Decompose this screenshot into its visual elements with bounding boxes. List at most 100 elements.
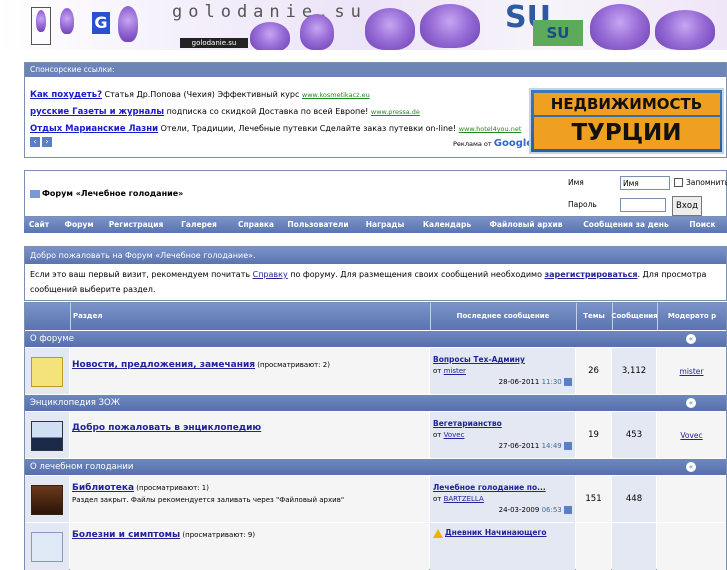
nav-item-site[interactable]: Сайт <box>24 217 54 233</box>
banner-flower-image <box>300 14 334 50</box>
forum-cell: Новости, предложения, замечания (просмат… <box>70 348 429 395</box>
remember-checkbox[interactable] <box>674 178 683 187</box>
forum-link[interactable]: Новости, предложения, замечания <box>72 360 255 370</box>
forum-link[interactable]: Добро пожаловать в энциклопедию <box>72 423 261 433</box>
banner-flower-image <box>250 22 290 50</box>
last-post-cell: Лечебное голодание по... от BARTZELLA 24… <box>430 476 575 523</box>
forum-link[interactable]: Болезни и симптомы <box>72 530 180 540</box>
last-post-link[interactable]: Дневник Начинающего <box>445 528 547 537</box>
help-link[interactable]: Справку <box>253 270 288 279</box>
nav-item-file-archive[interactable]: Файловый архив <box>478 217 574 233</box>
banner-small-logo: golodanie.su <box>180 38 248 48</box>
nav-item-register[interactable]: Регистрация <box>104 217 168 233</box>
banner-flower-image <box>590 4 650 50</box>
go-to-post-icon[interactable] <box>564 378 572 386</box>
moderator-cell <box>657 523 726 570</box>
ad-next-arrow-icon[interactable]: › <box>42 137 52 147</box>
welcome-text-part: по форуму. Для размещения своих сообщени… <box>287 270 545 279</box>
nav-item-awards[interactable]: Награды <box>354 217 416 233</box>
last-post-user-link[interactable]: BARTZELLA <box>444 495 484 503</box>
site-banner[interactable]: G golodanie.su golodanie.su SU SU <box>0 0 727 50</box>
password-input[interactable] <box>620 198 666 212</box>
ad-title-link[interactable]: русские Газеты и журналы <box>30 107 164 117</box>
threads-count: 151 <box>576 476 611 523</box>
ad-url-link[interactable]: www.kosmetikacz.eu <box>302 91 370 99</box>
last-post-link[interactable]: Лечебное голодание по... <box>433 483 546 492</box>
forum-cell: Библиотека (просматривают: 1) Раздел зак… <box>70 476 429 523</box>
last-post-cell: Дневник Начинающего <box>430 523 575 570</box>
category-header[interactable]: О форуме « <box>25 330 726 347</box>
threads-count: 26 <box>576 348 611 395</box>
ads-by-google[interactable]: Реклама от Google <box>453 138 533 149</box>
nav-item-help[interactable]: Справка <box>230 217 282 233</box>
last-post-link[interactable]: Вегетарианство <box>433 419 502 428</box>
go-to-post-icon[interactable] <box>564 506 572 514</box>
nav-item-forum[interactable]: Форум <box>54 217 104 233</box>
forum-list-table: Раздел Последнее сообщение Темы Сообщени… <box>24 302 727 570</box>
ad-text: Отели, Традиции, Лечебные путевки Сделай… <box>158 124 459 133</box>
ad-item[interactable]: Как похудеть? Статья Др.Попова (Чехия) Э… <box>30 89 520 106</box>
category-title: О форуме <box>30 334 74 344</box>
last-post-cell: Вегетарианство от Vovec 27-06-2011 14:49 <box>430 412 575 459</box>
banner-title: golodanie.su <box>172 2 367 22</box>
go-to-post-icon[interactable] <box>564 442 572 450</box>
moderator-link[interactable]: Vovec <box>680 431 702 440</box>
last-post-link[interactable]: Вопросы Тех-Админу <box>433 355 525 364</box>
nav-item-todays-posts[interactable]: Сообщения за день <box>574 217 678 233</box>
category-header[interactable]: О лечебном голодании « <box>25 458 726 475</box>
moderator-link[interactable]: mister <box>680 367 704 376</box>
table-row: Болезни и симптомы (просматривают: 9) Дн… <box>25 522 726 570</box>
forum-viewing: (просматривают: 2) <box>255 361 330 369</box>
last-post-date: 27-06-2011 <box>498 442 540 450</box>
forum-icon-cell <box>25 476 69 523</box>
welcome-block: Добро пожаловать на Форум «Лечебное голо… <box>24 246 727 301</box>
last-post-user-link[interactable]: mister <box>444 367 466 375</box>
moderator-cell <box>657 476 726 523</box>
forum-icon-cell <box>25 348 69 395</box>
banner-flower-image <box>60 8 74 34</box>
forum-viewing: (просматривают: 1) <box>134 484 209 492</box>
banner-flower-image <box>118 6 138 42</box>
last-post-time: 14:49 <box>541 442 562 450</box>
ad-url-link[interactable]: www.pressa.de <box>371 108 420 116</box>
nav-item-users[interactable]: Пользователи <box>282 217 354 233</box>
last-post-user-link[interactable]: Vovec <box>444 431 465 439</box>
last-post-cell: Вопросы Тех-Админу от mister 28-06-2011 … <box>430 348 575 395</box>
banner-flower-image <box>36 10 46 32</box>
forum-icon-cell <box>25 523 69 570</box>
nav-item-search[interactable]: Поиск <box>678 217 727 233</box>
login-button[interactable]: Вход <box>672 196 702 216</box>
nav-item-calendar[interactable]: Календарь <box>416 217 478 233</box>
welcome-text-part: Если это ваш первый визит, рекомендуем п… <box>30 270 253 279</box>
ad-item[interactable]: Отдых Марианские Лазни Отели, Традиции, … <box>30 123 522 140</box>
banner-flower-image <box>655 10 715 50</box>
ad-url-link[interactable]: www.hotel4you.net <box>459 125 522 133</box>
ad-prev-arrow-icon[interactable]: ‹ <box>30 137 40 147</box>
ad-banner-line2: ТУРЦИИ <box>533 117 720 149</box>
posts-count: 448 <box>612 476 656 523</box>
category-header[interactable]: Энциклопедия ЗОЖ « <box>25 394 726 411</box>
forum-viewing: (просматривают: 9) <box>180 531 256 539</box>
collapse-icon[interactable]: « <box>686 462 696 472</box>
collapse-icon[interactable]: « <box>686 398 696 408</box>
real-estate-ad-banner[interactable]: НЕДВИЖИМОСТЬ ТУРЦИИ <box>529 88 724 154</box>
remember-label: Запомнить? <box>686 178 727 187</box>
posts-count <box>612 523 656 570</box>
banner-su-box: SU <box>533 20 583 46</box>
forum-description: Раздел закрыт. Файлы рекомендуется залив… <box>72 496 345 504</box>
register-link[interactable]: зарегистрироваться <box>545 270 638 279</box>
banner-flower-image <box>365 8 415 50</box>
forum-title[interactable]: Форум «Лечебное голодание» <box>30 189 183 198</box>
nav-item-gallery[interactable]: Галерея <box>168 217 230 233</box>
col-section: Раздел <box>70 303 429 330</box>
ad-item[interactable]: русские Газеты и журналы подписка со ски… <box>30 106 520 123</box>
forum-cell: Болезни и симптомы (просматривают: 9) <box>70 523 429 570</box>
collapse-icon[interactable]: « <box>686 334 696 344</box>
username-label: Имя <box>568 178 584 187</box>
banner-flower-image <box>420 4 480 48</box>
ad-title-link[interactable]: Отдых Марианские Лазни <box>30 124 158 134</box>
password-label: Пароль <box>568 200 597 209</box>
forum-link[interactable]: Библиотека <box>72 483 134 493</box>
ad-title-link[interactable]: Как похудеть? <box>30 90 102 100</box>
username-input[interactable] <box>620 176 670 190</box>
